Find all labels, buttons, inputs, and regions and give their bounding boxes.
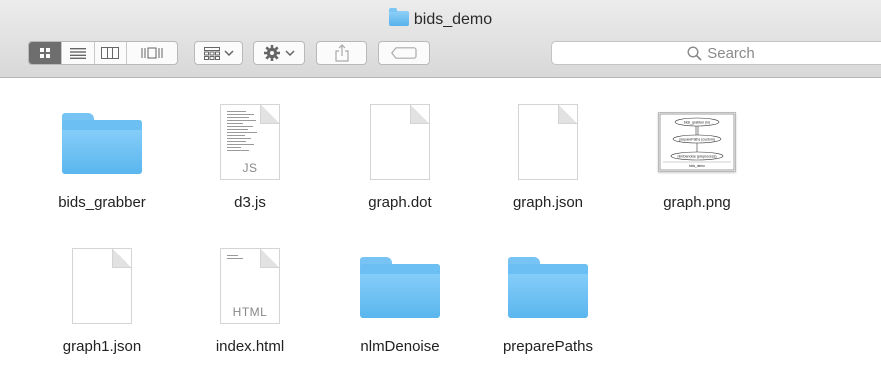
action-menu-button[interactable]	[253, 41, 305, 65]
tag-button[interactable]	[378, 41, 430, 65]
graph-node-label: nlmDenoise (preprocess)	[677, 155, 716, 159]
file-item-graph-json[interactable]: graph.json	[488, 100, 608, 211]
share-button[interactable]	[316, 41, 367, 65]
cover-flow-icon	[141, 47, 163, 59]
arrange-grid-icon	[203, 46, 220, 60]
document-icon	[370, 104, 430, 180]
tag-icon	[391, 47, 417, 59]
search-field[interactable]: Search	[551, 41, 881, 65]
chevron-down-icon	[223, 50, 234, 56]
folder-icon	[508, 257, 588, 318]
search-icon	[687, 45, 702, 61]
file-extension-label: JS	[242, 161, 258, 175]
file-icon-grid: bids_grabber JS d3.js graph.dot graph.js…	[0, 78, 881, 386]
document-icon	[518, 104, 578, 180]
icon-view-button[interactable]	[29, 42, 62, 64]
grid-icon	[39, 48, 50, 58]
file-name: graph.dot	[368, 194, 432, 211]
file-name: index.html	[215, 338, 285, 355]
file-name: d3.js	[234, 194, 266, 211]
graph-node-label: preparePaths (custom)	[679, 138, 715, 142]
file-item-graph1-json[interactable]: graph1.json	[42, 244, 162, 355]
search-placeholder: Search	[707, 44, 755, 62]
file-name: graph.png	[663, 194, 731, 211]
file-name: graph.json	[512, 194, 584, 211]
finder-toolbar: bids_demo Search	[0, 0, 881, 78]
file-item-bids-grabber[interactable]: bids_grabber	[42, 100, 162, 211]
file-name: bids_grabber	[58, 194, 146, 211]
chevron-down-icon	[285, 50, 295, 56]
file-item-index-html[interactable]: HTML index.html	[190, 244, 310, 355]
file-name: nlmDenoise	[360, 338, 440, 355]
file-extension-label: HTML	[232, 305, 268, 319]
file-item-d3-js[interactable]: JS d3.js	[190, 100, 310, 211]
column-view-button[interactable]	[95, 42, 128, 64]
file-item-graph-png[interactable]: bids_grabber (io) preparePaths (custom) …	[637, 100, 757, 211]
javascript-file-icon: JS	[220, 104, 280, 180]
file-name: graph1.json	[62, 338, 142, 355]
folder-icon	[388, 8, 409, 26]
gear-icon	[264, 45, 280, 61]
document-icon	[72, 248, 132, 324]
arrange-button[interactable]	[194, 41, 243, 65]
graph-node-label: bids_grabber (io)	[684, 121, 710, 125]
folder-icon	[62, 113, 142, 174]
window-title: bids_demo	[413, 11, 493, 28]
folder-icon	[360, 257, 440, 318]
cover-flow-view-button[interactable]	[127, 42, 177, 64]
graph-footer-label: bids_demo	[689, 164, 705, 168]
file-item-nlmdenoise[interactable]: nlmDenoise	[340, 244, 460, 355]
graph-image-thumbnail: bids_grabber (io) preparePaths (custom) …	[658, 112, 736, 172]
html-file-icon: HTML	[220, 248, 280, 324]
list-icon	[69, 48, 86, 59]
window-title-bar: bids_demo	[0, 8, 881, 31]
columns-icon	[101, 47, 120, 59]
file-name: preparePaths	[502, 338, 594, 355]
list-view-button[interactable]	[62, 42, 95, 64]
file-item-preparepaths[interactable]: preparePaths	[488, 244, 608, 355]
view-mode-segmented-control	[28, 41, 178, 65]
file-item-graph-dot[interactable]: graph.dot	[340, 100, 460, 211]
share-icon	[334, 44, 349, 62]
